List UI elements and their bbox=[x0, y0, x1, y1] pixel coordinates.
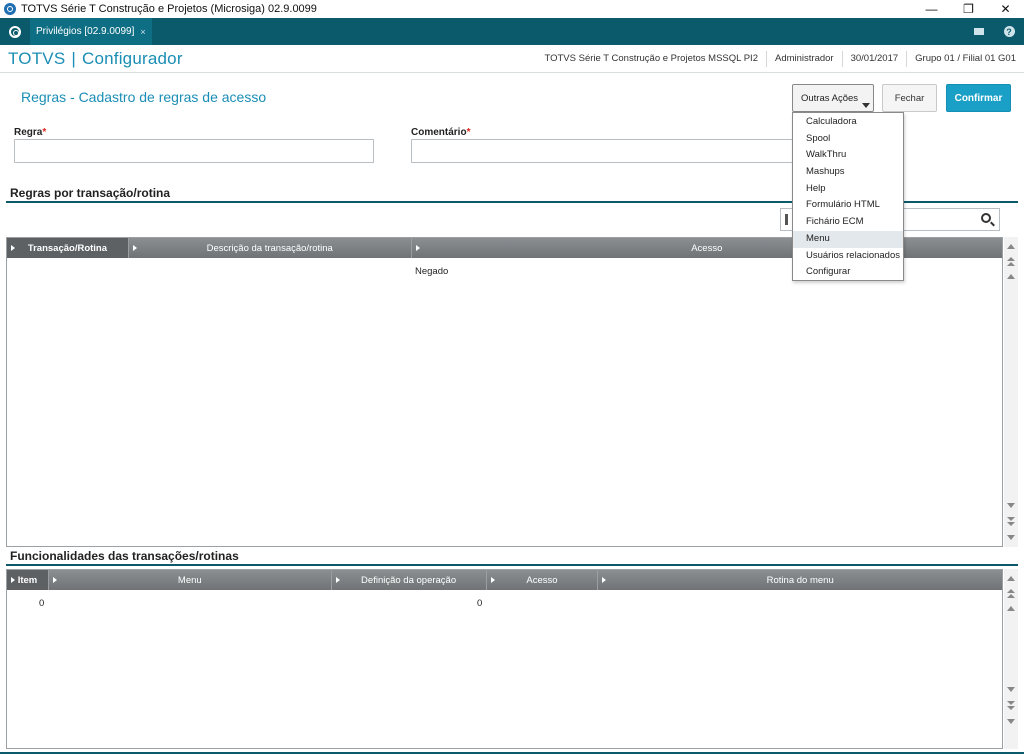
brand-module: Configurador bbox=[82, 48, 183, 68]
scroll-page-up-icon[interactable] bbox=[1006, 587, 1016, 599]
cell-acesso[interactable]: Negado bbox=[415, 266, 448, 277]
menu-item-usuarios-relacionados[interactable]: Usuários relacionados bbox=[793, 248, 903, 265]
menu-item-mashups[interactable]: Mashups bbox=[793, 164, 903, 181]
scroll-page-down-icon[interactable] bbox=[1006, 515, 1016, 527]
scroll-down-icon[interactable] bbox=[1006, 499, 1016, 511]
window-controls: — ❐ ✕ bbox=[913, 0, 1024, 18]
regras-grid: Transação/Rotina Descrição da transação/… bbox=[6, 237, 1003, 547]
col-rotina[interactable]: Rotina do menu bbox=[598, 570, 1002, 590]
scroll-page-down-icon[interactable] bbox=[1006, 699, 1016, 711]
brand-totvs: TOTVS bbox=[8, 48, 66, 68]
outras-acoes-label: Outras Ações bbox=[801, 92, 859, 104]
menu-item-calculadora[interactable]: Calculadora bbox=[793, 114, 903, 131]
info-user: Administrador bbox=[765, 51, 842, 67]
tab-label: Privilégios [02.9.0099] bbox=[36, 26, 135, 37]
section-divider bbox=[6, 564, 1018, 566]
cell-definicao[interactable]: 0 bbox=[477, 598, 482, 609]
scroll-top-icon[interactable] bbox=[1006, 240, 1016, 252]
tabbar-actions: ? bbox=[964, 18, 1024, 45]
cell-item[interactable]: 0 bbox=[39, 598, 44, 609]
minimize-button[interactable]: — bbox=[913, 0, 950, 18]
required-mark: * bbox=[42, 127, 47, 138]
info-date: 30/01/2017 bbox=[841, 51, 907, 67]
funcionalidades-grid-header: Item Menu Definição da operação Acesso R… bbox=[7, 570, 1002, 590]
info-branch: Grupo 01 / Filial 01 G01 bbox=[906, 51, 1024, 67]
funcionalidades-grid-scrollbar[interactable] bbox=[1004, 569, 1018, 749]
scroll-up-icon[interactable] bbox=[1006, 270, 1016, 282]
col-descricao[interactable]: Descrição da transação/rotina bbox=[129, 238, 412, 258]
tab-close-icon[interactable]: × bbox=[140, 27, 145, 37]
scroll-bottom-icon[interactable] bbox=[1006, 715, 1016, 727]
menu-item-configurar[interactable]: Configurar bbox=[793, 264, 903, 281]
menu-item-formulario-html[interactable]: Formulário HTML bbox=[793, 197, 903, 214]
header-info-bar: TOTVS Série T Construção e Projetos MSSQ… bbox=[536, 45, 1024, 73]
outras-acoes-menu: Calculadora Spool WalkThru Mashups Help … bbox=[792, 112, 904, 281]
fechar-button[interactable]: Fechar bbox=[882, 84, 937, 112]
regra-label: Regra* bbox=[14, 127, 47, 138]
tab-privilegios[interactable]: Privilégios [02.9.0099] × bbox=[30, 18, 152, 45]
col-item[interactable]: Item bbox=[7, 570, 49, 590]
comentario-input[interactable] bbox=[411, 139, 793, 163]
col-definicao[interactable]: Definição da operação bbox=[332, 570, 487, 590]
col-acesso[interactable]: Acesso bbox=[412, 238, 1002, 258]
section-funcionalidades-title: Funcionalidades das transações/rotinas bbox=[10, 549, 239, 563]
regras-grid-scrollbar[interactable] bbox=[1004, 237, 1018, 547]
help-icon[interactable]: ? bbox=[994, 18, 1024, 45]
home-logo-icon[interactable] bbox=[0, 18, 30, 45]
window-titlebar: TOTVS Série T Construção e Projetos (Mic… bbox=[0, 0, 1024, 18]
col-menu[interactable]: Menu bbox=[49, 570, 332, 590]
confirmar-button[interactable]: Confirmar bbox=[946, 84, 1011, 112]
close-window-button[interactable]: ✕ bbox=[987, 0, 1024, 18]
col-transacao[interactable]: Transação/Rotina bbox=[7, 238, 129, 258]
scroll-up-icon[interactable] bbox=[1006, 602, 1016, 614]
app-brand: TOTVS | Configurador bbox=[8, 49, 183, 69]
outras-acoes-button[interactable]: Outras Ações bbox=[792, 84, 874, 112]
menu-item-help[interactable]: Help bbox=[793, 181, 903, 198]
menu-item-fichario-ecm[interactable]: Fichário ECM bbox=[793, 214, 903, 231]
page-title: Regras - Cadastro de regras de acesso bbox=[21, 89, 267, 105]
search-icon[interactable] bbox=[981, 213, 991, 223]
app-logo-icon bbox=[4, 3, 16, 15]
required-mark: * bbox=[466, 127, 471, 138]
scroll-page-up-icon[interactable] bbox=[1006, 255, 1016, 267]
menu-item-walkthru[interactable]: WalkThru bbox=[793, 147, 903, 164]
menu-item-spool[interactable]: Spool bbox=[793, 131, 903, 148]
info-environment: TOTVS Série T Construção e Projetos MSSQ… bbox=[544, 53, 758, 64]
app-header: TOTVS | Configurador TOTVS Série T Constru… bbox=[0, 45, 1024, 73]
filter-bars-icon bbox=[785, 214, 788, 225]
chevron-down-icon bbox=[862, 103, 870, 108]
scroll-bottom-icon[interactable] bbox=[1006, 531, 1016, 543]
tab-bar: Privilégios [02.9.0099] × ? bbox=[0, 18, 1024, 45]
comentario-label: Comentário* bbox=[411, 127, 471, 138]
scroll-top-icon[interactable] bbox=[1006, 572, 1016, 584]
funcionalidades-grid: Item Menu Definição da operação Acesso R… bbox=[6, 569, 1003, 749]
scroll-down-icon[interactable] bbox=[1006, 683, 1016, 695]
window-title: TOTVS Série T Construção e Projetos (Mic… bbox=[21, 3, 317, 15]
menu-item-menu[interactable]: Menu bbox=[793, 230, 903, 248]
regra-input[interactable] bbox=[14, 139, 374, 163]
restore-button[interactable]: ❐ bbox=[950, 0, 987, 18]
brand-separator: | bbox=[71, 48, 76, 68]
col-acesso[interactable]: Acesso bbox=[487, 570, 599, 590]
mail-icon[interactable] bbox=[964, 18, 994, 45]
section-regras-title: Regras por transação/rotina bbox=[10, 186, 171, 200]
